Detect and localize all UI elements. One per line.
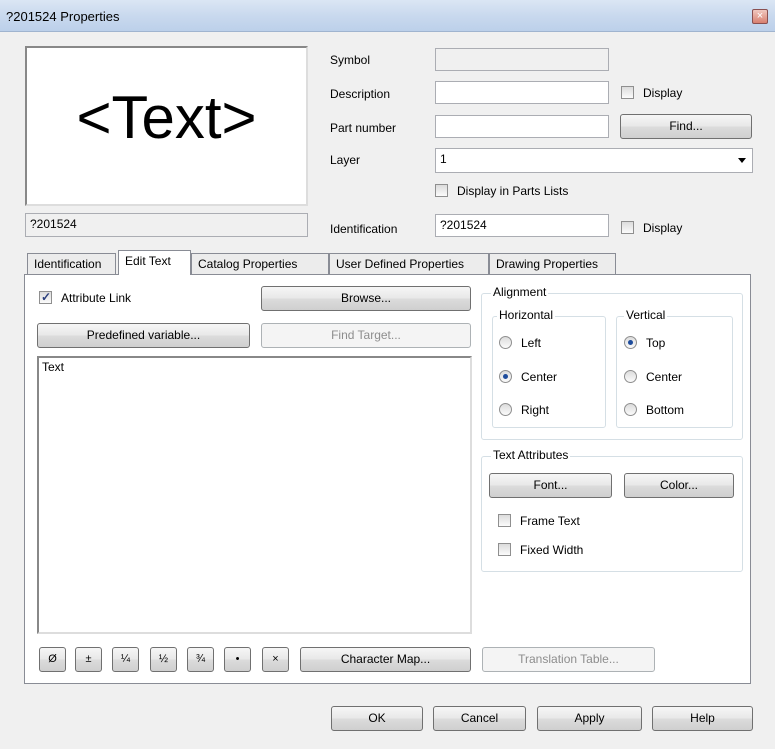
close-icon: × — [756, 10, 764, 22]
ok-button[interactable]: OK — [331, 706, 423, 731]
preview-caption-field: ?201524 — [25, 213, 308, 237]
cancel-button[interactable]: Cancel — [433, 706, 526, 731]
window-title: ?201524 Properties — [6, 9, 120, 24]
horizontal-center-label: Center — [521, 370, 558, 384]
fixed-width-label: Fixed Width — [520, 543, 584, 557]
insert-one-quarter-button[interactable]: ¼ — [112, 647, 139, 672]
display-parts-lists-label: Display in Parts Lists — [457, 184, 569, 198]
identification-display-checkbox[interactable] — [621, 221, 634, 234]
attribute-link-checkbox[interactable] — [39, 290, 52, 304]
character-map-button[interactable]: Character Map... — [300, 647, 471, 672]
predefined-variable-button[interactable]: Predefined variable... — [37, 323, 250, 348]
tab-catalog-properties[interactable]: Catalog Properties — [191, 253, 329, 275]
horizontal-center-radio[interactable] — [499, 370, 512, 383]
horizontal-right-radio[interactable] — [499, 403, 512, 416]
symbol-label: Symbol — [330, 53, 371, 67]
identification-field[interactable]: ?201524 — [435, 214, 609, 237]
vertical-bottom-label: Bottom — [646, 403, 685, 417]
fixed-width-checkbox[interactable] — [498, 543, 511, 556]
insert-bullet-button[interactable]: • — [224, 647, 251, 672]
part-number-label: Part number — [330, 121, 397, 135]
horizontal-left-radio[interactable] — [499, 336, 512, 349]
part-number-field[interactable] — [435, 115, 609, 138]
vertical-center-label: Center — [646, 370, 683, 384]
horizontal-legend: Horizontal — [497, 308, 556, 322]
insert-diameter-button[interactable]: Ø — [39, 647, 66, 672]
insert-one-half-button[interactable]: ½ — [150, 647, 177, 672]
horizontal-right-label: Right — [521, 403, 550, 417]
vertical-bottom-radio[interactable] — [624, 403, 637, 416]
identification-label: Identification — [330, 222, 398, 236]
tab-drawing-properties[interactable]: Drawing Properties — [489, 253, 616, 275]
insert-multiply-button[interactable]: × — [262, 647, 289, 672]
vertical-top-label: Top — [646, 336, 666, 350]
frame-text-label: Frame Text — [520, 514, 580, 528]
description-field[interactable] — [435, 81, 609, 104]
layer-value: 1 — [440, 152, 447, 166]
color-button[interactable]: Color... — [624, 473, 734, 498]
description-label: Description — [330, 87, 391, 101]
symbol-preview: <Text> — [25, 46, 308, 206]
vertical-legend: Vertical — [624, 308, 668, 322]
preview-caption: ?201524 — [30, 217, 77, 231]
tab-identification[interactable]: Identification — [27, 253, 116, 275]
insert-plus-minus-button[interactable]: ± — [75, 647, 102, 672]
text-attributes-legend: Text Attributes — [491, 448, 571, 462]
chevron-down-icon — [738, 158, 746, 163]
layer-select[interactable]: 1 — [435, 148, 753, 173]
preview-text: <Text> — [76, 84, 257, 151]
description-display-label: Display — [643, 86, 683, 100]
help-button[interactable]: Help — [652, 706, 753, 731]
description-display-checkbox[interactable] — [621, 86, 634, 99]
browse-button[interactable]: Browse... — [261, 286, 471, 311]
vertical-center-radio[interactable] — [624, 370, 637, 383]
text-editor-value: Text — [42, 360, 65, 374]
font-button[interactable]: Font... — [489, 473, 612, 498]
find-button[interactable]: Find... — [620, 114, 752, 139]
layer-label: Layer — [330, 153, 361, 167]
find-target-button: Find Target... — [261, 323, 471, 348]
symbol-field — [435, 48, 609, 71]
display-parts-lists-checkbox[interactable] — [435, 184, 448, 197]
alignment-legend: Alignment — [491, 285, 549, 299]
insert-three-quarters-button[interactable]: ¾ — [187, 647, 214, 672]
attribute-link-label: Attribute Link — [61, 291, 132, 305]
vertical-top-radio[interactable] — [624, 336, 637, 349]
identification-display-label: Display — [643, 221, 683, 235]
apply-button[interactable]: Apply — [537, 706, 642, 731]
frame-text-checkbox[interactable] — [498, 514, 511, 527]
translation-table-button: Translation Table... — [482, 647, 655, 672]
text-editor[interactable]: Text — [37, 356, 472, 634]
close-button[interactable]: × — [752, 9, 768, 24]
tab-edit-text[interactable]: Edit Text — [118, 250, 191, 275]
tab-user-defined-properties[interactable]: User Defined Properties — [329, 253, 489, 275]
horizontal-left-label: Left — [521, 336, 542, 350]
